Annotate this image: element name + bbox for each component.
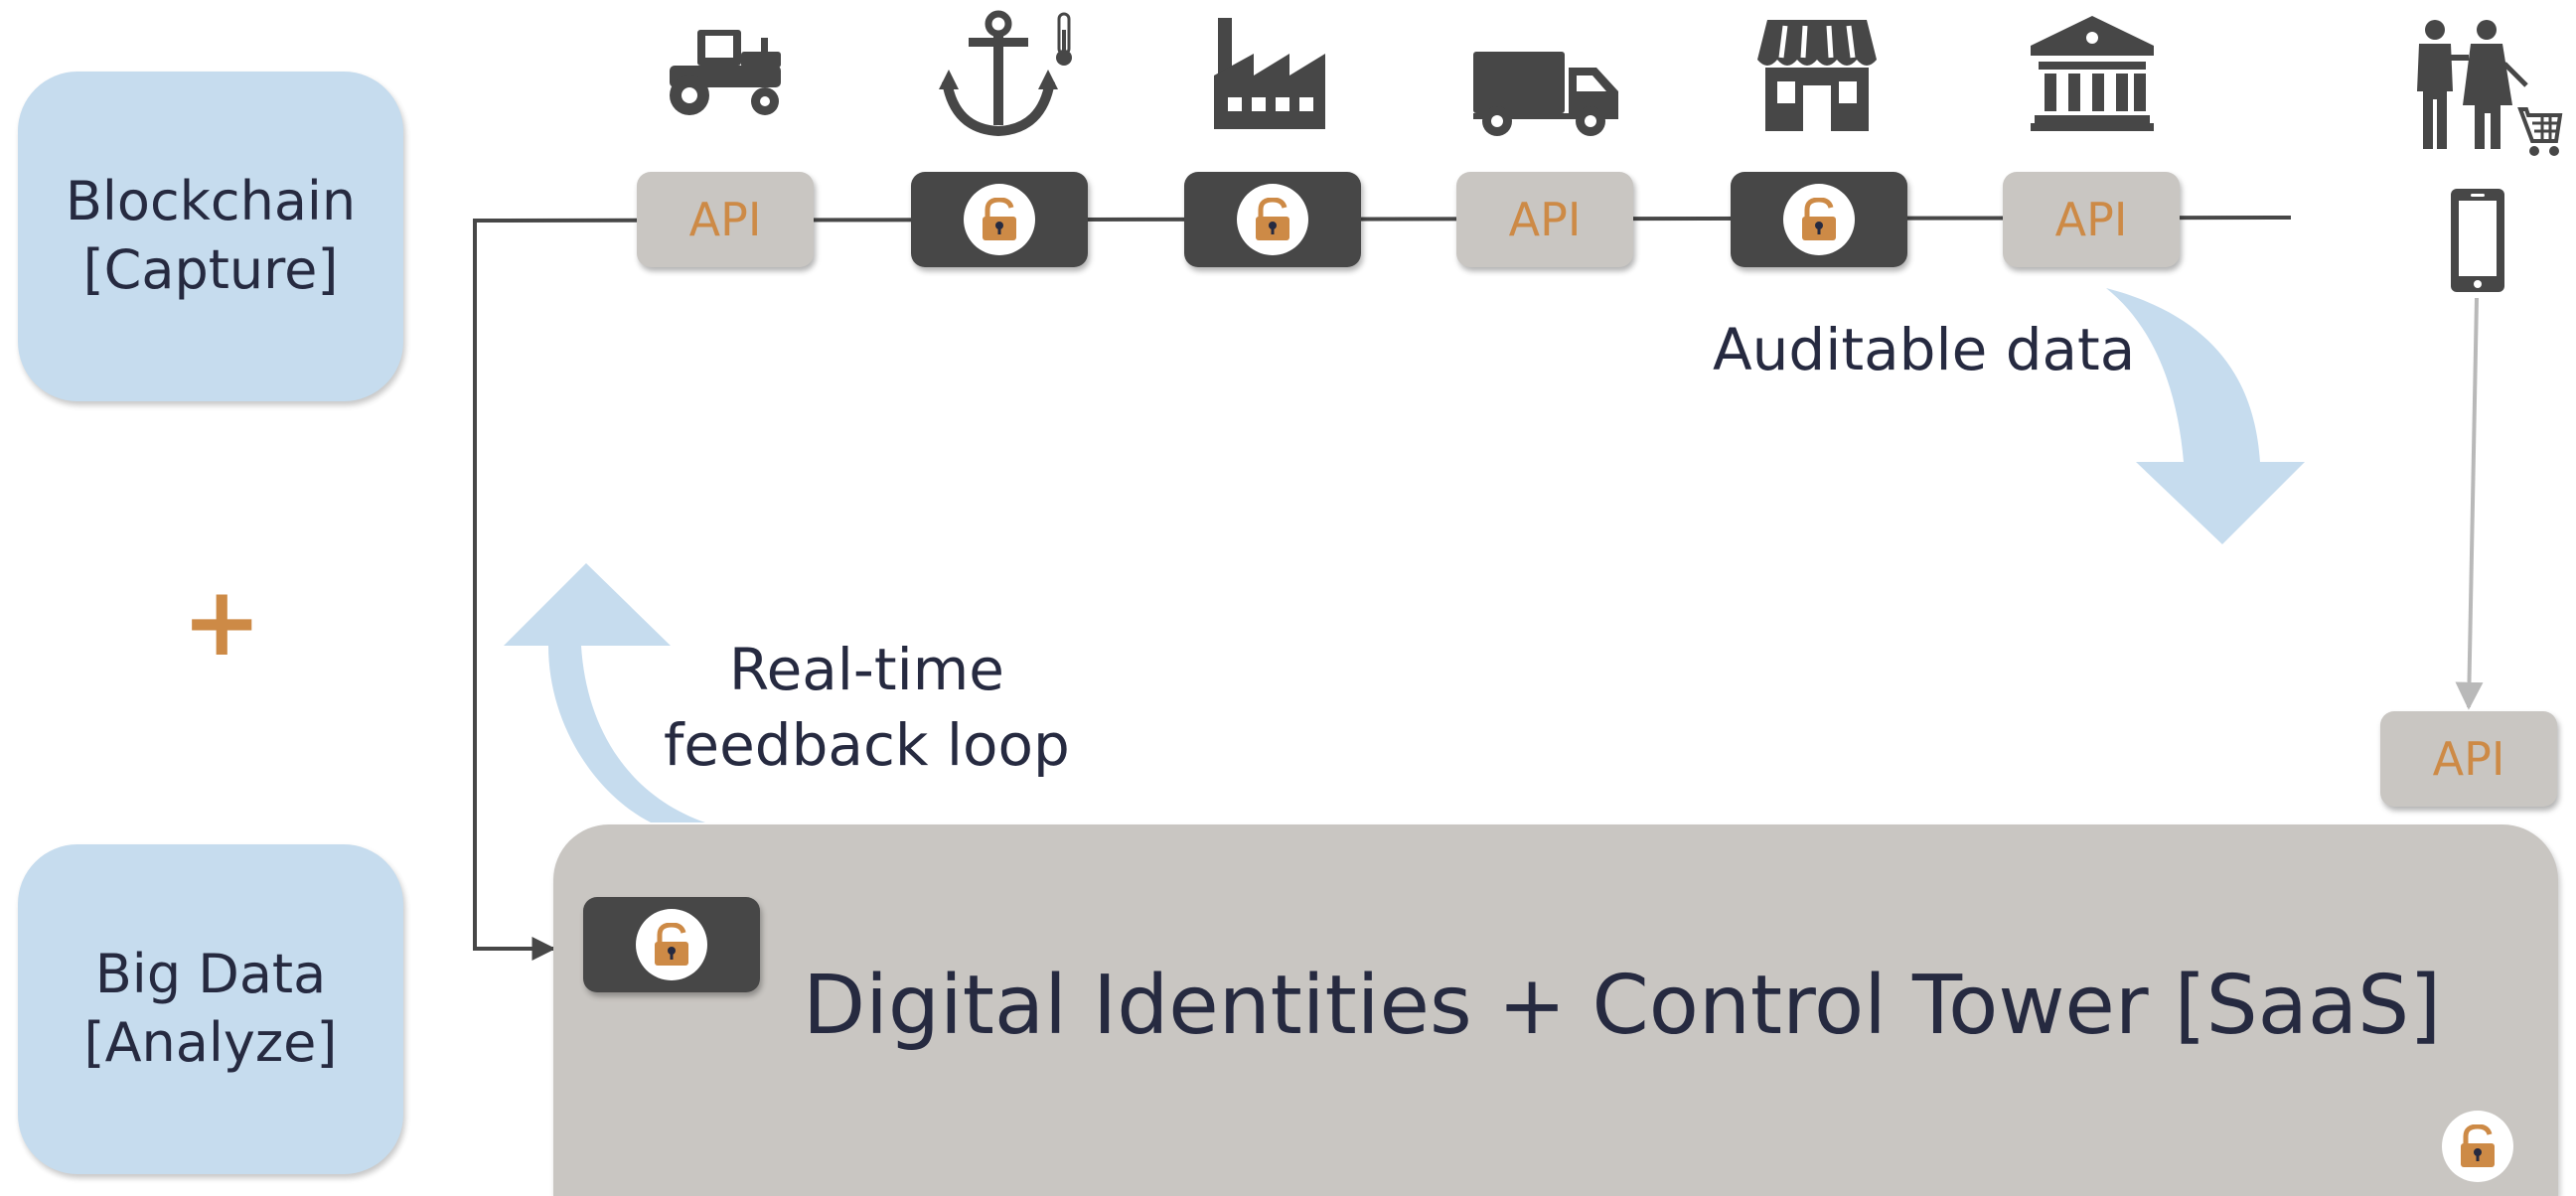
shoppers-cart-icon [2409, 20, 2563, 161]
factory-icon [1214, 18, 1325, 129]
plus-sign: + [182, 566, 262, 677]
blockchain-title: Blockchain [65, 170, 357, 233]
bigdata-title: Big Data [94, 943, 327, 1006]
truck-icon [1473, 52, 1618, 137]
bank-icon [2031, 16, 2154, 131]
chain-node-lock-2[interactable] [1184, 172, 1361, 267]
control-tower-lock-node[interactable] [583, 897, 760, 992]
api-label: API [2432, 732, 2505, 786]
padlock-icon [636, 909, 707, 980]
blockchain-subtitle: [Capture] [82, 238, 339, 301]
api-label: API [688, 193, 762, 246]
chain-node-api-2[interactable]: API [1456, 172, 1633, 267]
smartphone-icon [2449, 187, 2506, 294]
api-label: API [1508, 193, 1582, 246]
anchor-thermometer-icon [939, 8, 1078, 139]
corner-lock-badge [2442, 1111, 2513, 1182]
chain-node-lock-3[interactable] [1731, 172, 1907, 267]
phone-api-connector [2455, 297, 2484, 710]
padlock-icon [2461, 1124, 2495, 1167]
blockchain-box: Blockchain [Capture] [18, 72, 403, 401]
padlock-icon [1783, 184, 1855, 255]
feedback-connector [473, 221, 556, 961]
tractor-icon [664, 22, 787, 123]
bigdata-box: Big Data [Analyze] [18, 844, 403, 1174]
bigdata-subtitle: [Analyze] [83, 1011, 338, 1074]
api-label: API [2054, 193, 2128, 246]
control-tower-title: Digital Identities + Control Tower [SaaS… [803, 959, 2442, 1053]
consumer-api-node[interactable]: API [2380, 711, 2557, 807]
chain-node-api-3[interactable]: API [2003, 172, 2180, 267]
feedback-loop-label: Real-time feedback loop [664, 632, 1070, 783]
chain-node-lock-1[interactable] [911, 172, 1088, 267]
chain-node-api-1[interactable]: API [637, 172, 814, 267]
feedback-line-2: feedback loop [664, 711, 1070, 779]
store-icon [1757, 20, 1877, 131]
auditable-data-label: Auditable data [1713, 316, 2136, 383]
feedback-line-1: Real-time [728, 636, 1004, 703]
padlock-icon [964, 184, 1035, 255]
padlock-icon [1237, 184, 1308, 255]
auditable-arrow [2106, 288, 2305, 544]
